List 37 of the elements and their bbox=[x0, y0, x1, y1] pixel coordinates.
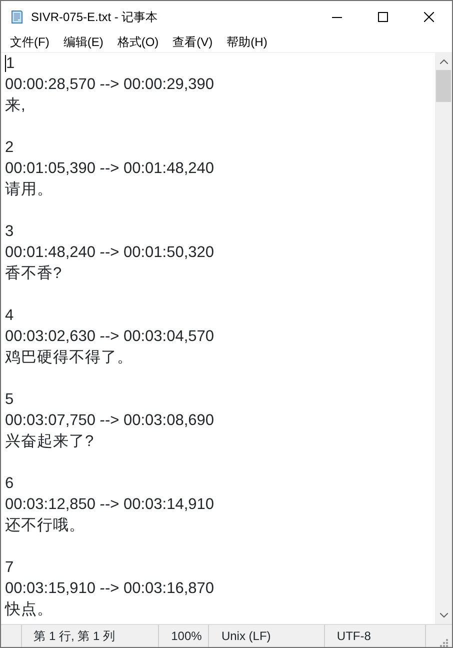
subtitle-text: 还不行哦。 bbox=[5, 516, 85, 536]
subtitle-timestamp: 00:01:48,240 --> 00:01:50,320 bbox=[5, 243, 214, 263]
subtitle-timestamp: 00:00:28,570 --> 00:00:29,390 bbox=[5, 75, 214, 95]
menu-item[interactable]: 文件(F) bbox=[3, 32, 56, 52]
menu-item[interactable]: 查看(V) bbox=[166, 32, 220, 52]
notepad-icon bbox=[9, 8, 25, 24]
menu-item[interactable]: 编辑(E) bbox=[56, 32, 110, 52]
cursor-position: 第 1 行, 第 1 列 bbox=[34, 628, 116, 645]
subtitle-text: 来, bbox=[5, 96, 26, 116]
text-cursor bbox=[5, 55, 6, 72]
scrollbar-thumb[interactable] bbox=[436, 70, 451, 102]
close-icon bbox=[424, 12, 434, 22]
subtitle-text: 请用。 bbox=[5, 180, 53, 200]
subtitle-timestamp: 00:03:12,850 --> 00:03:14,910 bbox=[5, 495, 214, 515]
subtitle-index: 6 bbox=[5, 474, 14, 494]
subtitle-index: 4 bbox=[5, 306, 14, 326]
subtitle-text: 香不香? bbox=[5, 264, 62, 284]
subtitle-timestamp: 00:03:15,910 --> 00:03:16,870 bbox=[5, 579, 214, 599]
zoom-level: 100% bbox=[171, 628, 202, 645]
subtitle-index: 2 bbox=[5, 138, 14, 158]
subtitle-timestamp: 00:03:02,630 --> 00:03:04,570 bbox=[5, 327, 214, 347]
encoding: UTF-8 bbox=[336, 628, 371, 645]
window-title: SIVR-075-E.txt - 记事本 bbox=[31, 8, 159, 26]
subtitle-text: 兴奋起来了? bbox=[5, 432, 94, 452]
subtitle-text: 快点。 bbox=[5, 600, 53, 620]
subtitle-index: 3 bbox=[5, 222, 14, 242]
subtitle-text: 鸡巴硬得不得了。 bbox=[5, 348, 133, 368]
menu-item[interactable]: 帮助(H) bbox=[220, 32, 274, 52]
subtitle-index: 1 bbox=[6, 54, 15, 74]
resize-grip-icon[interactable] bbox=[438, 637, 448, 647]
subtitle-index: 5 bbox=[5, 390, 14, 410]
subtitle-index: 7 bbox=[5, 558, 14, 578]
subtitle-timestamp: 00:01:05,390 --> 00:01:48,240 bbox=[5, 159, 214, 179]
line-ending: Unix (LF) bbox=[221, 628, 271, 645]
subtitle-timestamp: 00:03:07,750 --> 00:03:08,690 bbox=[5, 411, 214, 431]
menu-item[interactable]: 格式(O) bbox=[110, 32, 166, 52]
maximize-icon bbox=[378, 12, 388, 22]
